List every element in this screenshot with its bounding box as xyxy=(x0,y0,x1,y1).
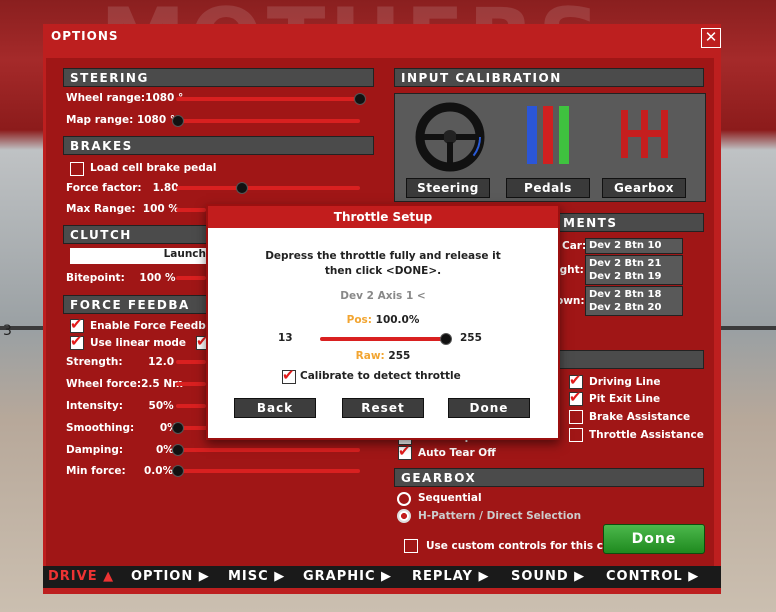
min-force-label: Min force: 0.0% xyxy=(66,465,174,477)
min-force-slider[interactable] xyxy=(172,465,360,477)
throttle-pos-slider xyxy=(320,333,452,345)
nav-drive[interactable]: DRIVE ▲ xyxy=(48,569,114,584)
launch-button[interactable]: Launch xyxy=(70,248,206,264)
gearbox-header: GEARBOX xyxy=(394,468,704,487)
wheel-range-label: Wheel range:1080 ° xyxy=(66,92,184,104)
side-number: 3 xyxy=(3,323,12,339)
loadcell-label: Load cell brake pedal xyxy=(90,162,217,174)
auto-tear-off-checkbox[interactable] xyxy=(398,442,412,460)
dialog-instruction-2: then click <DONE>. xyxy=(324,265,442,277)
steering-wheel-icon xyxy=(415,102,485,172)
damping-knob[interactable] xyxy=(172,444,184,456)
driving-line-checkbox[interactable] xyxy=(569,371,583,389)
brake-assist-label: Brake Assistance xyxy=(589,411,691,423)
intensity-slider[interactable] xyxy=(176,404,206,408)
bottom-nav: DRIVE ▲ OPTION ▶ MISC ▶ GRAPHIC ▶ REPLAY… xyxy=(43,566,721,588)
done-button[interactable]: Done xyxy=(603,524,705,554)
hpattern-radio[interactable] xyxy=(397,509,411,523)
intensity-label: Intensity: 50% xyxy=(66,400,174,412)
assign-label-down: own: xyxy=(556,295,585,307)
dialog-raw: Raw: 255 xyxy=(355,350,411,362)
wheel-force-label: Wheel force:2.5 Nm xyxy=(66,378,184,390)
dialog-max: 255 xyxy=(460,332,482,344)
nav-graphic[interactable]: GRAPHIC ▶ xyxy=(303,569,392,584)
calibrate-label: Calibrate to detect throttle xyxy=(300,370,461,382)
linear-mode-label: Use linear mode xyxy=(90,337,187,349)
force-factor-knob[interactable] xyxy=(236,182,248,194)
ffb-enable-label: Enable Force Feedbac xyxy=(90,320,220,332)
throttle-pos-knob xyxy=(440,333,452,345)
map-range-knob[interactable] xyxy=(172,115,184,127)
assignments-header: MENTS xyxy=(556,213,704,232)
dialog-axis: Dev 2 Axis 1 < xyxy=(340,290,426,302)
loadcell-checkbox[interactable] xyxy=(70,162,84,176)
back-button[interactable]: Back xyxy=(234,398,316,418)
throttle-setup-dialog: Throttle Setup Depress the throttle full… xyxy=(206,204,560,440)
assign-label-car: Car: xyxy=(562,240,587,252)
sequential-label: Sequential xyxy=(418,492,482,504)
aids-header xyxy=(556,350,704,369)
dialog-title: Throttle Setup xyxy=(208,206,558,228)
wheel-range-slider[interactable] xyxy=(176,93,366,105)
linear-mode-checkbox[interactable] xyxy=(70,332,84,350)
reset-button[interactable]: Reset xyxy=(342,398,424,418)
clutch-header: CLUTCH xyxy=(63,225,213,244)
input-calibration-header: INPUT CALIBRATION xyxy=(394,68,704,87)
damping-label: Damping: 0% xyxy=(66,444,174,456)
brakes-header: BRAKES xyxy=(63,136,374,155)
nav-sound[interactable]: SOUND ▶ xyxy=(511,569,585,584)
custom-controls-label: Use custom controls for this car xyxy=(426,540,616,552)
map-range-label: Map range: 1080 ° xyxy=(66,114,176,126)
steering-calibrate-button[interactable]: Steering xyxy=(406,178,490,198)
window-title: OPTIONS xyxy=(51,29,119,43)
throttle-assist-label: Throttle Assistance xyxy=(589,429,704,441)
ffb-header: FORCE FEEDBA xyxy=(63,295,213,314)
nav-misc[interactable]: MISC ▶ xyxy=(228,569,285,584)
options-titlebar: OPTIONS ✕ xyxy=(43,24,721,48)
pit-exit-line-label: Pit Exit Line xyxy=(589,393,661,405)
driving-line-label: Driving Line xyxy=(589,376,661,388)
ffb-enable-checkbox[interactable] xyxy=(70,315,84,333)
nav-option[interactable]: OPTION ▶ xyxy=(131,569,210,584)
wheel-range-knob[interactable] xyxy=(354,93,366,105)
dialog-instruction-1: Depress the throttle fully and release i… xyxy=(265,250,501,262)
close-icon[interactable]: ✕ xyxy=(701,28,721,48)
dialog-done-button[interactable]: Done xyxy=(448,398,530,418)
pit-exit-line-checkbox[interactable] xyxy=(569,388,583,406)
min-force-knob[interactable] xyxy=(172,465,184,477)
gearbox-icon xyxy=(621,110,668,158)
assign-value-right[interactable]: Dev 2 Btn 21 Dev 2 Btn 19 xyxy=(585,255,683,285)
strength-label: Strength: 12.0 xyxy=(66,356,175,368)
map-range-slider[interactable] xyxy=(172,115,360,127)
throttle-assist-checkbox[interactable] xyxy=(569,428,583,442)
steering-header: STEERING xyxy=(63,68,374,87)
auto-tear-off-label: Auto Tear Off xyxy=(418,447,496,459)
force-factor-slider[interactable] xyxy=(176,182,360,194)
wheel-force-slider[interactable] xyxy=(176,382,206,386)
pedals-calibrate-button[interactable]: Pedals xyxy=(506,178,590,198)
dialog-pos: Pos: 100.0% xyxy=(346,314,420,326)
nav-control[interactable]: CONTROL ▶ xyxy=(606,569,699,584)
sequential-radio[interactable] xyxy=(397,492,411,506)
bitepoint-slider[interactable] xyxy=(176,276,206,280)
gearbox-calibrate-button[interactable]: Gearbox xyxy=(602,178,686,198)
custom-controls-checkbox[interactable] xyxy=(404,539,418,553)
calibrate-checkbox[interactable] xyxy=(282,366,296,384)
force-factor-label: Force factor: 1.80 xyxy=(66,182,179,194)
assign-label-right: ight: xyxy=(556,264,584,276)
max-range-label: Max Range: 100 % xyxy=(66,203,179,215)
nav-replay[interactable]: REPLAY ▶ xyxy=(412,569,489,584)
max-range-slider[interactable] xyxy=(176,208,206,212)
damping-slider[interactable] xyxy=(172,444,360,456)
dialog-min: 13 xyxy=(278,332,293,344)
smoothing-label: Smoothing: 0% xyxy=(66,422,178,434)
hpattern-label: H-Pattern / Direct Selection xyxy=(418,510,582,522)
assign-value-car[interactable]: Dev 2 Btn 10 xyxy=(585,238,683,254)
bitepoint-label: Bitepoint: 100 % xyxy=(66,272,176,284)
smoothing-knob[interactable] xyxy=(172,422,184,434)
pedals-icon xyxy=(527,106,569,164)
brake-assist-checkbox[interactable] xyxy=(569,410,583,424)
assign-value-down[interactable]: Dev 2 Btn 18 Dev 2 Btn 20 xyxy=(585,286,683,316)
strength-slider[interactable] xyxy=(176,360,206,364)
